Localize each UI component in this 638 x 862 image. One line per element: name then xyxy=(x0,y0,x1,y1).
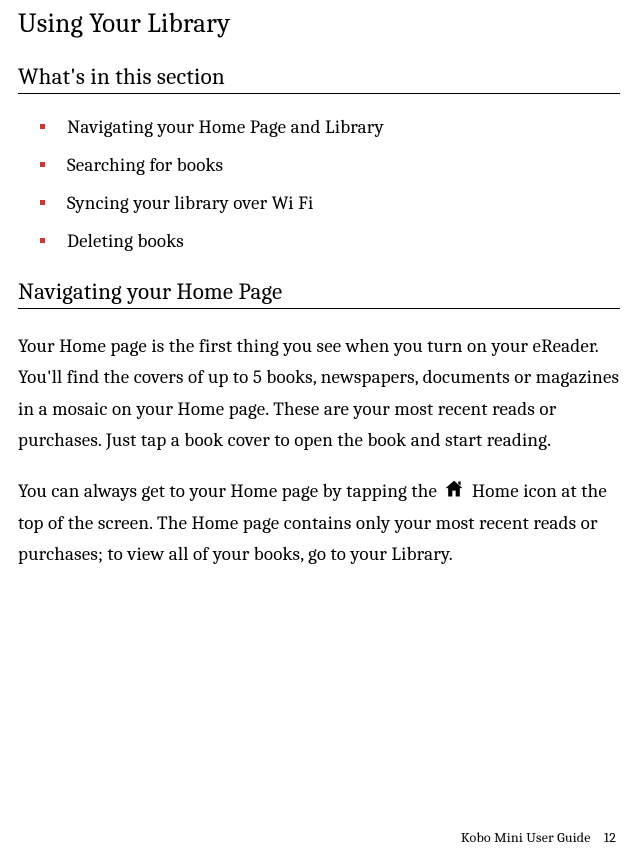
toc-item-label: Navigating your Home Page and Library xyxy=(67,116,384,138)
toc-item: Deleting books xyxy=(40,230,620,252)
home-icon xyxy=(443,479,465,499)
page-footer: Kobo Mini User Guide 12 xyxy=(461,829,616,846)
bullet-icon xyxy=(40,124,45,129)
bullet-icon xyxy=(40,200,45,205)
page-title: Using Your Library xyxy=(18,8,620,39)
footer-page-number: 12 xyxy=(604,829,616,846)
body-text: You can always get to your Home page by … xyxy=(18,480,441,502)
toc-item-label: Searching for books xyxy=(67,154,223,176)
bullet-icon xyxy=(40,238,45,243)
toc-item: Navigating your Home Page and Library xyxy=(40,116,620,138)
section-heading-whats-in: What's in this section xyxy=(18,63,620,94)
toc-item: Syncing your library over Wi Fi xyxy=(40,192,620,214)
bullet-icon xyxy=(40,162,45,167)
body-paragraph: You can always get to your Home page by … xyxy=(18,476,620,570)
toc-list: Navigating your Home Page and Library Se… xyxy=(18,116,620,252)
section-heading-navigating: Navigating your Home Page xyxy=(18,278,620,309)
footer-guide-name: Kobo Mini User Guide xyxy=(461,829,591,846)
toc-item-label: Syncing your library over Wi Fi xyxy=(67,192,313,214)
toc-item: Searching for books xyxy=(40,154,620,176)
body-paragraph: Your Home page is the first thing you se… xyxy=(18,331,620,456)
toc-item-label: Deleting books xyxy=(67,230,184,252)
